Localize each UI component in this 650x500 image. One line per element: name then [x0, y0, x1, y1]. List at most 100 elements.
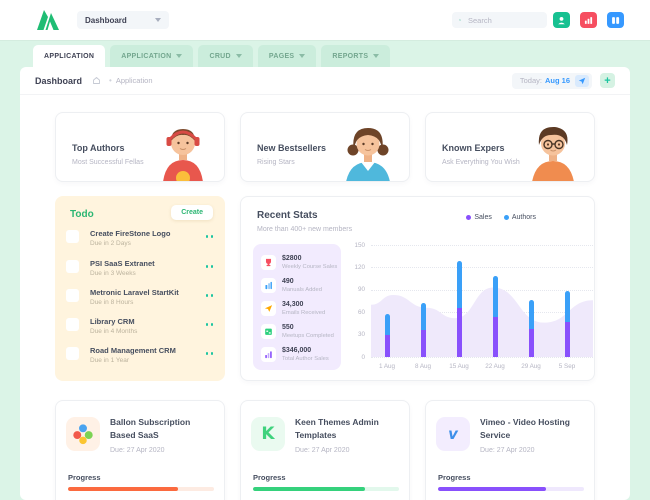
create-button[interactable]: Create	[171, 205, 213, 220]
todo-checkbox[interactable]	[66, 230, 79, 243]
dots-menu-icon[interactable]	[206, 323, 214, 326]
layout-button[interactable]	[607, 12, 624, 28]
today-value: Aug 16	[545, 76, 570, 85]
chart-bar[interactable]	[493, 276, 498, 357]
stat-row: 34,300 Emails Received	[261, 297, 341, 320]
legend-label: Sales	[474, 214, 492, 221]
chart-bars-icon	[261, 278, 276, 293]
chart-bar[interactable]	[421, 303, 426, 357]
chart-bar[interactable]	[457, 261, 462, 357]
todo-item-due: Due in 8 Hours	[90, 299, 133, 306]
todo-item[interactable]: Library CRM Due in 4 Months	[66, 317, 215, 341]
user-icon	[557, 16, 566, 25]
girl-avatar	[337, 124, 399, 182]
legend-authors[interactable]: Authors	[504, 214, 536, 221]
bar-chart-icon	[584, 16, 593, 25]
metronic-logo	[36, 9, 60, 31]
todo-checkbox[interactable]	[66, 260, 79, 273]
search-icon	[459, 16, 461, 24]
todo-checkbox[interactable]	[66, 289, 79, 302]
dots-menu-icon[interactable]	[206, 235, 214, 238]
date-picker[interactable]: Today: Aug 16	[512, 73, 592, 89]
x-tick-label: 15 Aug	[442, 363, 476, 370]
tab-bar: APPLICATION APPLICATION CRUD PAGES REPOR…	[33, 45, 390, 67]
todo-card: Todo Create Create FireStone Logo Due in…	[55, 196, 225, 381]
project-due: Due: 27 Apr 2020	[295, 447, 350, 454]
tab-label: CRUD	[209, 53, 230, 60]
search-box	[452, 12, 547, 28]
dots-menu-icon[interactable]	[206, 352, 214, 355]
card-subtitle: Rising Stars	[257, 159, 295, 166]
chart-bar[interactable]	[385, 314, 390, 357]
y-tick-label: 60	[358, 309, 365, 316]
todo-title: Todo	[70, 209, 94, 220]
todo-item[interactable]: Metronic Laravel StartKit Due in 8 Hours	[66, 288, 215, 312]
project-card-keen[interactable]: K Keen Themes Admin Templates Due: 27 Ap…	[240, 400, 410, 500]
dashboard-select[interactable]: Dashboard	[77, 11, 169, 29]
project-due: Due: 27 Apr 2020	[110, 447, 165, 454]
progress-fill	[438, 487, 546, 491]
stat-value: 490	[282, 278, 322, 287]
stat-label: Manuals Added	[282, 287, 322, 293]
project-due: Due: 27 Apr 2020	[480, 447, 535, 454]
todo-item[interactable]: Create FireStone Logo Due in 2 Days	[66, 229, 215, 253]
chart-ylabels: 0306090120150	[353, 245, 367, 357]
todo-item-title: Metronic Laravel StartKit	[90, 288, 179, 297]
todo-item[interactable]: PSI SaaS Extranet Due in 3 Weeks	[66, 259, 215, 283]
tab-application-menu[interactable]: APPLICATION	[110, 45, 193, 67]
legend-sales[interactable]: Sales	[466, 214, 492, 221]
todo-checkbox[interactable]	[66, 347, 79, 360]
new-bestsellers-card[interactable]: New Bestsellers Rising Stars	[240, 112, 410, 182]
stat-label: Meetups Completed	[282, 333, 334, 339]
project-title: Ballon Subscription Based SaaS	[110, 416, 216, 442]
known-expers-card[interactable]: Known Expers Ask Everything You Wish	[425, 112, 595, 182]
chart-bar[interactable]	[565, 291, 570, 357]
stat-row: $346,000 Total Author Sales	[261, 343, 341, 366]
progress-fill	[68, 487, 178, 491]
gridline	[371, 357, 593, 358]
project-icon-tile: K	[251, 417, 285, 451]
tab-crud[interactable]: CRUD	[198, 45, 252, 67]
calendar-icon	[261, 324, 276, 339]
project-icon-tile: v	[436, 417, 470, 451]
progress-label: Progress	[68, 473, 101, 482]
breadcrumb-section[interactable]: Application	[116, 76, 153, 85]
y-tick-label: 30	[358, 331, 365, 338]
stats-chart: 1 Aug8 Aug15 Aug22 Aug29 Aug5 Sep	[371, 245, 593, 357]
graph-icon	[261, 347, 276, 362]
tab-pages[interactable]: PAGES	[258, 45, 317, 67]
pinwheel-icon	[72, 423, 94, 445]
boy-headphones-avatar	[152, 124, 214, 182]
y-tick-label: 150	[354, 242, 365, 249]
top-authors-card[interactable]: Top Authors Most Successful Fellas	[55, 112, 225, 182]
todo-item-title: Library CRM	[90, 317, 135, 326]
chart-legend: Sales Authors	[466, 214, 536, 221]
chevron-down-icon	[155, 18, 161, 22]
stats-button[interactable]	[580, 12, 597, 28]
add-button[interactable]: +	[600, 73, 615, 88]
card-title: Top Authors	[72, 143, 125, 153]
dots-menu-icon[interactable]	[206, 265, 214, 268]
chart-bar[interactable]	[529, 300, 534, 357]
tab-application-active[interactable]: APPLICATION	[33, 45, 105, 67]
stat-row: 550 Meetups Completed	[261, 320, 341, 343]
tab-reports[interactable]: REPORTS	[321, 45, 390, 67]
home-icon[interactable]	[92, 76, 101, 85]
dashboard-select-label: Dashboard	[85, 16, 127, 25]
project-card-ballon[interactable]: Ballon Subscription Based SaaS Due: 27 A…	[55, 400, 225, 500]
chevron-down-icon	[299, 54, 305, 58]
search-input[interactable]	[466, 15, 540, 26]
dots-menu-icon[interactable]	[206, 294, 214, 297]
project-icon-tile	[66, 417, 100, 451]
user-button[interactable]	[553, 12, 570, 28]
stats-summary-panel: $2800 Weekly Course Sales 490 Manuals Ad…	[253, 244, 341, 370]
todo-item-due: Due in 1 Year	[90, 357, 129, 364]
today-label: Today:	[520, 76, 542, 85]
todo-item[interactable]: Road Management CRM Due in 1 Year	[66, 346, 215, 370]
calendar-send-button[interactable]	[575, 75, 589, 87]
project-card-vimeo[interactable]: v Vimeo - Video Hosting Service Due: 27 …	[425, 400, 595, 500]
chevron-down-icon	[236, 54, 242, 58]
todo-item-due: Due in 4 Months	[90, 328, 137, 335]
x-tick-label: 8 Aug	[406, 363, 440, 370]
todo-checkbox[interactable]	[66, 318, 79, 331]
